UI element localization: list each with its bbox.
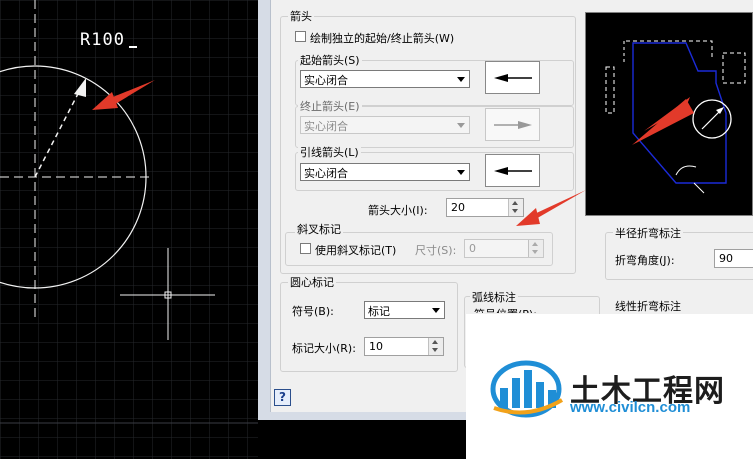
- arrow-right-icon: [494, 121, 532, 129]
- center-mark-size-spinner[interactable]: 10: [364, 337, 444, 356]
- end-arrow-value: 实心闭合: [304, 120, 348, 133]
- center-mark-size-value: 10: [369, 340, 383, 353]
- center-marks-group: [280, 282, 458, 372]
- jog-angle-value: 90: [719, 252, 733, 265]
- dialog-frame: [258, 0, 271, 420]
- oblique-size-label: 尺寸(S):: [415, 244, 457, 257]
- cad-canvas-below-dialog: [258, 420, 468, 459]
- arc-length-title: 弧线标注: [470, 289, 518, 305]
- start-arrow-label: 起始箭头(S): [298, 52, 362, 68]
- center-mark-symbol-value: 标记: [368, 305, 390, 318]
- oblique-stroke-label: 使用斜叉标记(T): [315, 244, 397, 257]
- leader-arrow-value: 实心闭合: [304, 167, 348, 180]
- end-arrow-label: 终止箭头(E): [298, 98, 362, 114]
- jog-angle-input[interactable]: 90: [714, 249, 753, 268]
- chevron-down-icon[interactable]: [454, 165, 468, 179]
- center-mark-symbol-select[interactable]: 标记: [364, 301, 445, 319]
- dimension-preview-panel: [585, 12, 753, 216]
- end-arrow-select[interactable]: 实心闭合: [300, 116, 470, 134]
- oblique-size-spinner[interactable]: 0: [464, 239, 544, 258]
- spinner-arrows-icon[interactable]: [528, 240, 543, 257]
- arrowheads-group-title: 箭头: [288, 8, 314, 24]
- cad-drawing-canvas[interactable]: R100: [0, 0, 258, 459]
- arrow-left-icon: [494, 167, 532, 175]
- cad-drawing: [0, 0, 258, 459]
- leader-arrow-select[interactable]: 实心闭合: [300, 163, 470, 181]
- text-cursor: [129, 46, 137, 48]
- civilcn-logo-icon: [490, 360, 564, 418]
- arc-length-partial-label: 符号位置(P):: [474, 306, 537, 313]
- linear-jog-title: 线性折弯标注: [613, 298, 683, 314]
- dialog-frame-bottom: [258, 412, 468, 420]
- watermark: 土木工程网 www.civilcn.com: [466, 314, 753, 459]
- watermark-url: www.civilcn.com: [570, 399, 691, 416]
- arrow-size-label: 箭头大小(I):: [368, 204, 428, 217]
- annotation-arrow-icon: [516, 190, 586, 226]
- leader-arrow-label: 引线箭头(L): [298, 144, 361, 160]
- center-marks-title: 圆心标记: [288, 274, 336, 290]
- leader-arrow-preview: [485, 154, 540, 187]
- independent-arrows-checkbox[interactable]: [295, 31, 306, 42]
- arrow-left-icon: [494, 74, 532, 82]
- independent-arrows-label: 绘制独立的起始/终止箭头(W): [310, 32, 455, 45]
- chevron-down-icon[interactable]: [454, 118, 468, 132]
- oblique-stroke-title: 斜叉标记: [295, 221, 343, 237]
- annotation-arrow-icon: [632, 99, 694, 145]
- oblique-size-value: 0: [469, 242, 476, 255]
- center-mark-size-label: 标记大小(R):: [292, 342, 356, 355]
- spinner-arrows-icon[interactable]: [428, 338, 443, 355]
- dimension-preview-drawing: [605, 40, 746, 194]
- start-arrow-value: 实心闭合: [304, 74, 348, 87]
- chevron-down-icon[interactable]: [454, 72, 468, 86]
- jog-angle-label: 折弯角度(J):: [615, 254, 675, 267]
- oblique-stroke-checkbox[interactable]: [300, 243, 311, 254]
- end-arrow-preview: [485, 108, 540, 141]
- help-button[interactable]: ?: [274, 389, 291, 406]
- dimension-text: R100: [80, 30, 125, 50]
- chevron-down-icon[interactable]: [429, 303, 443, 317]
- radius-jog-title: 半径折弯标注: [613, 225, 683, 241]
- start-arrow-select[interactable]: 实心闭合: [300, 70, 470, 88]
- center-mark-symbol-label: 符号(B):: [292, 305, 334, 318]
- start-arrow-preview: [485, 61, 540, 94]
- arrow-size-value: 20: [451, 201, 465, 214]
